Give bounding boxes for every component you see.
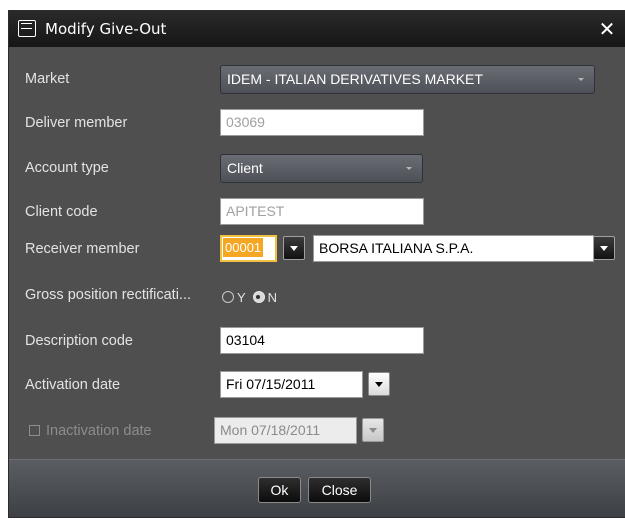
deliver-member-field[interactable]: 03069	[220, 109, 424, 136]
radio-n-label: N	[267, 289, 278, 305]
receiver-member-code-value: 00001	[223, 238, 264, 257]
radio-n[interactable]	[252, 291, 265, 303]
receiver-member-code-input[interactable]: 00001	[220, 235, 277, 262]
window-icon	[18, 20, 36, 37]
client-code-label: Client code	[25, 204, 98, 220]
inactivation-date-label: Inactivation date	[46, 423, 152, 439]
radio-y[interactable]	[222, 291, 234, 303]
market-value: IDEM - ITALIAN DERIVATIVES MARKET	[227, 71, 483, 87]
close-button[interactable]: Close	[308, 477, 371, 503]
inactivation-date-checkbox[interactable]	[29, 425, 40, 436]
ok-button[interactable]: Ok	[258, 477, 301, 503]
inactivation-date-field[interactable]: Mon 07/18/2011	[214, 417, 357, 444]
account-type-value: Client	[227, 160, 263, 176]
close-icon[interactable]: ✕	[595, 11, 619, 47]
description-code-label: Description code	[25, 333, 133, 349]
dialog-footer: Ok Close	[9, 459, 625, 517]
chevron-down-icon	[406, 167, 412, 170]
activation-date-picker-button[interactable]	[368, 372, 390, 396]
inactivation-date-picker-button[interactable]	[362, 418, 384, 442]
account-type-select[interactable]: Client	[220, 154, 423, 183]
radio-y-label: Y	[237, 289, 246, 305]
gross-position-label: Gross position rectificati...	[25, 287, 191, 303]
activation-date-label: Activation date	[25, 377, 121, 393]
deliver-member-label: Deliver member	[25, 115, 128, 131]
gross-position-radio-group: Y N	[222, 288, 284, 306]
give-out-form: Market IDEM - ITALIAN DERIVATIVES MARKET…	[9, 47, 625, 459]
receiver-member-name-field[interactable]: BORSA ITALIANA S.P.A.	[313, 235, 594, 262]
account-type-label: Account type	[25, 160, 109, 176]
market-select[interactable]: IDEM - ITALIAN DERIVATIVES MARKET	[220, 65, 595, 94]
receiver-name-dropdown-button[interactable]	[593, 236, 615, 260]
chevron-down-icon	[578, 78, 584, 81]
title-bar: Modify Give-Out ✕	[9, 11, 625, 47]
receiver-member-label: Receiver member	[25, 241, 140, 257]
dialog-title: Modify Give-Out	[45, 20, 167, 38]
receiver-code-dropdown-button[interactable]	[283, 236, 305, 260]
description-code-field[interactable]: 03104	[220, 327, 424, 354]
market-label: Market	[25, 71, 70, 87]
modify-give-out-dialog: Modify Give-Out ✕ Market IDEM - ITALIAN …	[8, 10, 625, 518]
activation-date-field[interactable]: Fri 07/15/2011	[220, 371, 363, 398]
client-code-field[interactable]: APITEST	[220, 198, 424, 225]
